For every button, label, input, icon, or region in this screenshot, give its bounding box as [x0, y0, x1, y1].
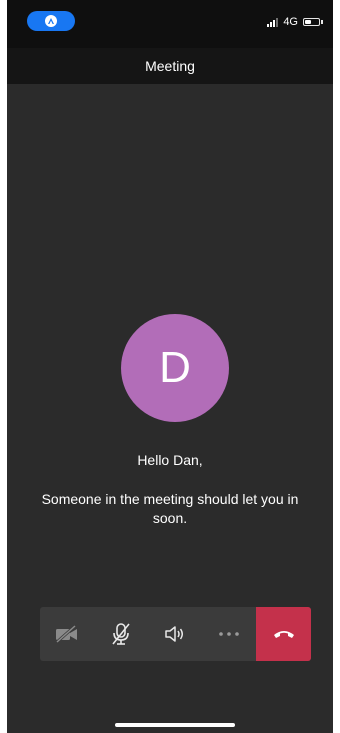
- speaker-icon: [165, 626, 183, 642]
- home-indicator[interactable]: [115, 723, 235, 727]
- avatar-initial: D: [159, 343, 191, 392]
- network-type: 4G: [283, 16, 298, 28]
- battery-nub: [321, 20, 323, 24]
- more-options-button[interactable]: [202, 607, 256, 661]
- call-controls: [40, 607, 311, 661]
- battery-icon: [303, 18, 320, 26]
- more-icon: [219, 632, 239, 636]
- status-icons: 4G: [267, 14, 323, 30]
- signal-icon: [267, 17, 279, 27]
- speaker-button[interactable]: [148, 607, 202, 661]
- mic-off-icon: [112, 623, 130, 645]
- phone-screen: 4G Meeting D Hello Dan, Someone in the m…: [7, 0, 333, 733]
- page-title: Meeting: [145, 58, 195, 74]
- status-bar: 4G: [7, 0, 333, 48]
- avatar: D: [121, 314, 229, 422]
- hang-up-button[interactable]: [256, 607, 311, 661]
- hang-up-icon: [273, 631, 294, 638]
- microphone-toggle-button[interactable]: [94, 607, 148, 661]
- camera-toggle-button[interactable]: [40, 607, 94, 661]
- lobby-message: Someone in the meeting should let you in…: [41, 491, 299, 526]
- app-indicator-pill[interactable]: [27, 11, 75, 31]
- app-header: Meeting: [7, 48, 333, 84]
- greeting-text: Hello Dan,: [137, 452, 203, 468]
- app-indicator-icon: [45, 15, 57, 27]
- camera-off-icon: [56, 624, 77, 644]
